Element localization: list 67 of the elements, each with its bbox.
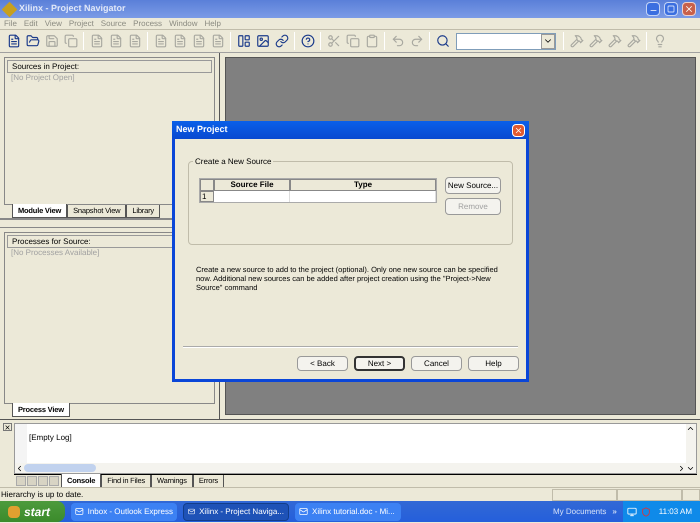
table-cell[interactable] <box>214 191 290 202</box>
column-header: Source File <box>214 179 290 191</box>
column-header: Type <box>290 179 436 191</box>
document-icon <box>172 34 186 48</box>
taskbar-button[interactable]: Xilinx tutorial.doc - Mi... <box>295 502 401 520</box>
scrollbar-thumb[interactable] <box>24 464 96 472</box>
vertical-scrollbar[interactable] <box>686 424 696 473</box>
dialog-button[interactable]: Next > <box>354 356 405 371</box>
close-icon <box>514 126 523 134</box>
panel-icon <box>236 34 250 48</box>
restore-icon <box>667 5 675 13</box>
undo-icon <box>390 34 404 48</box>
scroll-right-icon[interactable] <box>677 464 686 472</box>
close-icon <box>684 4 694 14</box>
taskbar-button[interactable]: Inbox - Outlook Express <box>71 502 177 520</box>
document-icon <box>90 34 104 48</box>
paste-icon <box>364 34 378 48</box>
minimize-button[interactable] <box>646 2 660 16</box>
horizontal-scrollbar[interactable] <box>15 463 686 473</box>
close-icon <box>4 424 11 430</box>
document-icon <box>128 34 142 48</box>
close-button[interactable] <box>3 423 12 431</box>
window-title: Xilinx - Project Navigator <box>19 2 127 16</box>
redo-icon <box>410 34 424 48</box>
hammer-icon <box>626 34 640 48</box>
envelope-icon <box>75 507 84 516</box>
row-number: 1 <box>200 191 214 202</box>
copy-icon <box>346 34 360 48</box>
dialog-button[interactable]: < Back <box>297 356 348 371</box>
log-text: [Empty Log] <box>29 433 72 442</box>
hammer-icon <box>608 34 622 48</box>
dialog-button[interactable]: Help <box>468 356 519 371</box>
document-icon <box>108 34 122 48</box>
document-icon <box>192 34 206 48</box>
shield-icon[interactable] <box>640 506 651 516</box>
scroll-up-icon[interactable] <box>686 424 695 433</box>
open-folder-icon <box>26 34 40 48</box>
dialog-button[interactable]: New Source... <box>445 177 501 194</box>
link-icon <box>274 34 288 48</box>
scroll-left-icon[interactable] <box>15 464 24 472</box>
chevron-text[interactable]: » <box>612 506 617 518</box>
dialog-title: New Project <box>176 123 229 136</box>
save-icon <box>44 34 58 48</box>
table-corner <box>200 179 214 191</box>
start-button[interactable]: start <box>0 501 65 522</box>
document-icon <box>154 34 168 48</box>
clock-text: 11:03 AM <box>658 506 693 518</box>
hammer-icon <box>588 34 602 48</box>
document-icon <box>210 34 224 48</box>
taskbar-button[interactable]: Xilinx - Project Naviga... <box>183 502 289 520</box>
placeholder-text: [No Project Open] <box>10 73 76 83</box>
dialog-button[interactable]: Cancel <box>411 356 462 371</box>
table-cell[interactable] <box>290 191 436 202</box>
dropdown-button[interactable] <box>541 34 555 48</box>
restore-button[interactable] <box>664 2 678 16</box>
new-file-icon <box>6 34 20 48</box>
scroll-down-icon[interactable] <box>686 464 695 473</box>
panel-header: Sources in Project: <box>7 60 212 73</box>
envelope-icon <box>299 507 308 516</box>
toolbar-label: My Documents <box>552 506 606 518</box>
envelope-icon <box>188 507 196 516</box>
image-icon <box>256 34 270 48</box>
hammer-icon <box>570 34 584 48</box>
help-icon <box>300 34 314 48</box>
placeholder-text: [No Processes Available] <box>10 248 100 258</box>
cut-icon <box>326 34 340 48</box>
status-text: Hierarchy is up to date. <box>0 488 84 500</box>
